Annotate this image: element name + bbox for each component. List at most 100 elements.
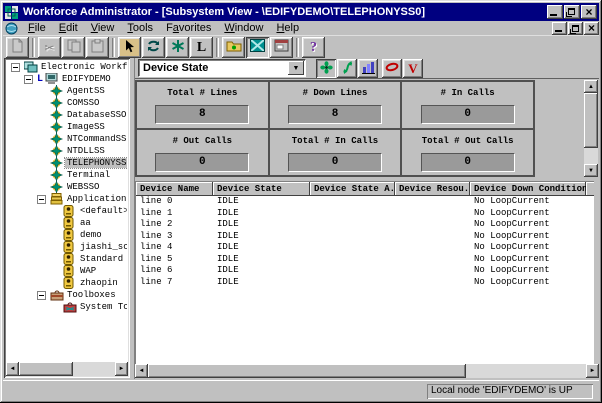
collapse-toggle-icon[interactable] (37, 195, 50, 204)
table-row[interactable]: line 4IDLENo LoopCurrent (136, 242, 593, 254)
table-cell: line 7 (136, 277, 213, 289)
tree-item-databasesso[interactable]: DatabaseSSO (7, 109, 127, 121)
chart-view-button[interactable] (358, 59, 378, 78)
tree-item-aa[interactable]: aa (7, 217, 127, 229)
scroll-up-button[interactable]: ▲ (584, 80, 598, 93)
table-row[interactable]: line 3IDLENo LoopCurrent (136, 231, 593, 243)
scrollbar-thumb[interactable] (148, 364, 466, 378)
tree-item-toolboxes[interactable]: Toolboxes (7, 289, 127, 301)
tree-item--default-[interactable]: <default> (7, 205, 127, 217)
scrollbar-thumb[interactable] (584, 93, 598, 148)
table-row[interactable]: line 5IDLENo LoopCurrent (136, 254, 593, 266)
subsystem-icon (50, 157, 65, 169)
tree-item-ntdllss[interactable]: NTDLLSS (7, 145, 127, 157)
help-button[interactable]: ? (302, 37, 325, 58)
tree-item-standard[interactable]: Standard (7, 253, 127, 265)
tree-item-zhaopin[interactable]: zhaopin (7, 277, 127, 289)
app-icon (63, 217, 78, 229)
tree-item-label: COMSSO (65, 98, 101, 108)
restore-button[interactable] (564, 5, 580, 19)
tree-item-wap[interactable]: WAP (7, 265, 127, 277)
child-minimize-button[interactable] (552, 22, 567, 35)
stat-label: Total # Lines (137, 88, 268, 98)
menu-item-favorites[interactable]: Favorites (160, 21, 218, 35)
tree-item-terminal[interactable]: Terminal (7, 169, 127, 181)
menu-item-help[interactable]: Help (270, 21, 306, 35)
tree-item-jiashi-sc[interactable]: jiashi_sc (7, 241, 127, 253)
scroll-right-button[interactable]: ► (586, 364, 599, 378)
column-header-device-name[interactable]: Device Name (136, 182, 213, 196)
close-button[interactable]: × (581, 5, 597, 19)
tree-item-imagess[interactable]: ImageSS (7, 121, 127, 133)
dropdown-arrow-button[interactable]: ▼ (288, 61, 304, 75)
tree-item-label: Toolboxes (65, 290, 118, 300)
menu-item-file[interactable]: File (22, 21, 53, 35)
column-header-device-state[interactable]: Device State (213, 182, 310, 196)
tree-item-label: demo (78, 230, 104, 240)
tree-horizontal-scrollbar[interactable]: ◄ ► (6, 362, 128, 376)
open-folder-button[interactable] (222, 37, 245, 58)
stats-vertical-scrollbar[interactable]: ▲ ▼ (584, 80, 598, 177)
collapse-toggle-icon[interactable] (11, 63, 24, 72)
stat-value: 0 (155, 153, 249, 172)
collapse-toggle-icon[interactable] (37, 291, 50, 300)
tree-item-edifydemo[interactable]: LEDIFYDEMO (7, 73, 127, 85)
column-header-extra[interactable] (586, 182, 594, 196)
table-cell: IDLE (213, 208, 310, 220)
tree-item-agentss[interactable]: AgentSS (7, 85, 127, 97)
table-row[interactable]: line 0IDLENo LoopCurrent (136, 196, 593, 208)
tree-item-electronic-workfor[interactable]: Electronic Workfor (7, 61, 127, 73)
table-cell (310, 231, 395, 243)
scroll-down-button[interactable]: ▼ (584, 164, 598, 177)
column-header-device-resou-[interactable]: Device Resou... (395, 182, 470, 196)
subsystem-view-button[interactable] (246, 37, 269, 58)
auto-refresh-button[interactable] (337, 59, 357, 78)
select-mode-button[interactable] (118, 37, 141, 58)
stat-cell--in-calls: # In Calls 0 (402, 82, 535, 130)
table-cell (310, 254, 395, 266)
close-icon: × (588, 23, 595, 33)
tree-item-application[interactable]: Application (7, 193, 127, 205)
tree-item-label: AgentSS (65, 86, 107, 96)
tree-item-comsso[interactable]: COMSSO (7, 97, 127, 109)
tree-item-system-tc[interactable]: System Tc (7, 301, 127, 313)
document-system-menu-icon[interactable] (5, 22, 18, 35)
tree-item-demo[interactable]: demo (7, 229, 127, 241)
tree-item-ntcommandss[interactable]: NTCommandSS (7, 133, 127, 145)
table-horizontal-scrollbar[interactable]: ◄ ► (135, 364, 599, 378)
scroll-left-button[interactable]: ◄ (6, 362, 19, 376)
window-view-button[interactable] (270, 37, 293, 58)
new-subsystem-button[interactable] (166, 37, 189, 58)
help-icon: ? (310, 39, 317, 56)
title-bar[interactable]: Workforce Administrator - [Subsystem Vie… (3, 3, 599, 21)
column-header-device-down-condition[interactable]: Device Down Condition (470, 182, 586, 196)
menu-item-view[interactable]: View (85, 21, 122, 35)
menu-item-tools[interactable]: Tools (121, 21, 160, 35)
view-toolbar: Device State ▼ V (135, 58, 599, 79)
view-selector-dropdown[interactable]: Device State ▼ (138, 59, 306, 77)
validate-button[interactable]: V (403, 59, 423, 78)
menu-item-window[interactable]: Window (218, 21, 270, 35)
table-row[interactable]: line 2IDLENo LoopCurrent (136, 219, 593, 231)
minimize-button[interactable] (547, 5, 563, 19)
scroll-right-button[interactable]: ► (115, 362, 128, 376)
table-cell: IDLE (213, 254, 310, 266)
child-close-button[interactable]: × (584, 22, 599, 35)
table-row[interactable]: line 7IDLENo LoopCurrent (136, 277, 593, 289)
collapse-toggle-icon[interactable] (24, 75, 37, 84)
table-row[interactable]: line 6IDLENo LoopCurrent (136, 265, 593, 277)
tree-item-telephonyss0[interactable]: TELEPHONYSS0 (7, 157, 127, 169)
alarm-view-button[interactable] (382, 59, 402, 78)
list-view-button[interactable]: L (190, 37, 213, 58)
child-restore-button[interactable] (568, 22, 583, 35)
menu-item-edit[interactable]: Edit (53, 21, 85, 35)
refresh-button[interactable] (142, 37, 165, 58)
scroll-left-button[interactable]: ◄ (135, 364, 148, 378)
tree-item-label: <default> (78, 206, 127, 216)
device-state-view-button[interactable] (316, 59, 336, 78)
tree-item-websso[interactable]: WEBSSO (7, 181, 127, 193)
scrollbar-thumb[interactable] (19, 362, 73, 376)
table-cell: No LoopCurrent (470, 219, 586, 231)
table-row[interactable]: line 1IDLENo LoopCurrent (136, 208, 593, 220)
column-header-device-state-a-[interactable]: Device State A... (310, 182, 395, 196)
